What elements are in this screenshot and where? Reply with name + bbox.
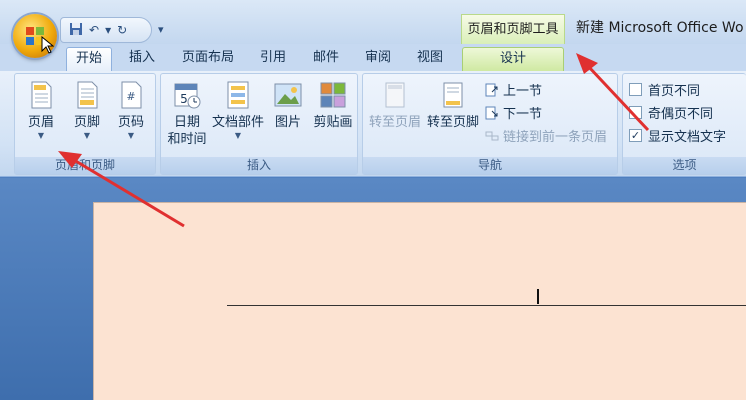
different-odd-even-label: 奇偶页不同 [648, 107, 714, 122]
footer-icon [77, 81, 98, 109]
header-icon [31, 81, 52, 109]
mouse-pointer-icon [41, 36, 55, 54]
link-previous-icon [485, 131, 499, 140]
title-bar: ↶ ▾ ↻ ▾ 页眉和页脚工具 新建 Microsoft Office Wo [0, 0, 746, 44]
previous-section-button[interactable]: 上一节 [485, 80, 542, 99]
page-number-icon: # [121, 81, 142, 109]
quick-parts-icon [227, 81, 249, 109]
page-number-label: 页码 [117, 115, 144, 130]
group-navigation: 转至页眉 转至页脚 上一节 下一节 链接到前一条页眉 导航 [362, 73, 618, 175]
tab-view[interactable]: 视图 [410, 47, 450, 71]
different-first-page-label: 首页不同 [648, 84, 701, 99]
redo-icon[interactable]: ↻ [117, 23, 127, 37]
checkbox-box[interactable] [629, 106, 642, 119]
group-label-insert: 插入 [161, 157, 357, 174]
save-icon[interactable] [69, 22, 83, 39]
page-number-button[interactable]: # 页码 ▼ [113, 80, 149, 141]
date-time-button[interactable]: 5 日期 和时间 [165, 80, 209, 148]
undo-dropdown-icon[interactable]: ▾ [105, 23, 111, 37]
header-button[interactable]: 页眉 ▼ [23, 80, 59, 141]
clipart-button[interactable]: 剪贴画 [311, 80, 355, 131]
clipart-label: 剪贴画 [313, 115, 353, 130]
link-previous-label: 链接到前一条页眉 [503, 130, 608, 145]
chevron-down-icon: ▼ [127, 131, 135, 140]
different-first-page-checkbox[interactable]: 首页不同 [629, 80, 700, 99]
group-header-footer: 页眉 ▼ 页脚 ▼ # 页码 ▼ 页眉和页脚 [14, 73, 156, 175]
group-options: 首页不同 奇偶页不同 ✓ 显示文档文字 选项 [622, 73, 746, 175]
svg-text:#: # [126, 90, 135, 103]
tab-insert[interactable]: 插入 [122, 47, 162, 71]
goto-footer-label: 转至页脚 [426, 115, 479, 130]
tab-design[interactable]: 设计 [462, 47, 564, 71]
picture-icon [274, 83, 302, 107]
group-label-navigation: 导航 [363, 157, 617, 174]
header-label: 页眉 [27, 115, 54, 130]
group-label-header-footer: 页眉和页脚 [15, 157, 155, 174]
next-section-icon [485, 106, 498, 119]
link-previous-button[interactable]: 链接到前一条页眉 [485, 126, 607, 145]
group-insert: 5 日期 和时间 文档部件 ▼ 图片 剪贴画 插入 [160, 73, 358, 175]
header-separator-line [227, 305, 746, 306]
goto-header-button[interactable]: 转至页眉 [367, 80, 423, 131]
tab-references[interactable]: 引用 [253, 47, 293, 71]
previous-section-label: 上一节 [503, 84, 543, 99]
tab-home[interactable]: 开始 [66, 47, 112, 71]
picture-label: 图片 [274, 115, 301, 130]
goto-footer-button[interactable]: 转至页脚 [425, 80, 481, 131]
next-section-label: 下一节 [503, 107, 543, 122]
contextual-tools-title: 页眉和页脚工具 [461, 14, 565, 44]
text-cursor [537, 289, 539, 304]
tab-page-layout[interactable]: 页面布局 [172, 47, 244, 71]
goto-header-icon [385, 82, 405, 108]
previous-section-icon [485, 83, 498, 96]
date-time-label-line2: 和时间 [167, 132, 207, 147]
date-time-label-line1: 日期 [173, 115, 200, 130]
quick-access-toolbar: ↶ ▾ ↻ [60, 17, 152, 43]
document-title: 新建 Microsoft Office Wo [576, 20, 744, 36]
different-odd-even-checkbox[interactable]: 奇偶页不同 [629, 103, 713, 122]
clipart-icon [320, 82, 346, 108]
document-workspace [0, 178, 746, 400]
show-document-text-checkbox[interactable]: ✓ 显示文档文字 [629, 126, 726, 145]
show-document-text-label: 显示文档文字 [648, 130, 727, 145]
customize-toolbar-icon[interactable]: ▾ [158, 23, 164, 36]
office-button[interactable] [13, 14, 57, 58]
checkmark-icon[interactable]: ✓ [629, 129, 642, 142]
chevron-down-icon: ▼ [37, 131, 45, 140]
ribbon-tab-row: 开始 插入 页面布局 引用 邮件 审阅 视图 设计 [0, 44, 746, 71]
quick-parts-label: 文档部件 [211, 115, 264, 130]
tab-review[interactable]: 审阅 [358, 47, 398, 71]
tab-mailings[interactable]: 邮件 [306, 47, 346, 71]
group-label-options: 选项 [623, 157, 746, 174]
next-section-button[interactable]: 下一节 [485, 103, 542, 122]
goto-footer-icon [443, 82, 463, 108]
calendar-icon: 5 [174, 83, 201, 109]
goto-header-label: 转至页眉 [368, 115, 421, 130]
picture-button[interactable]: 图片 [269, 80, 307, 131]
chevron-down-icon: ▼ [83, 131, 91, 140]
document-page[interactable] [93, 202, 746, 400]
svg-text:5: 5 [180, 92, 188, 106]
quick-parts-button[interactable]: 文档部件 ▼ [209, 80, 267, 141]
undo-icon[interactable]: ↶ [89, 23, 99, 37]
checkbox-box[interactable] [629, 83, 642, 96]
ribbon: 页眉 ▼ 页脚 ▼ # 页码 ▼ 页眉和页脚 5 日期 和时间 文档部件 ▼ 图… [0, 71, 746, 177]
footer-label: 页脚 [73, 115, 100, 130]
footer-button[interactable]: 页脚 ▼ [69, 80, 105, 141]
chevron-down-icon: ▼ [234, 131, 242, 140]
